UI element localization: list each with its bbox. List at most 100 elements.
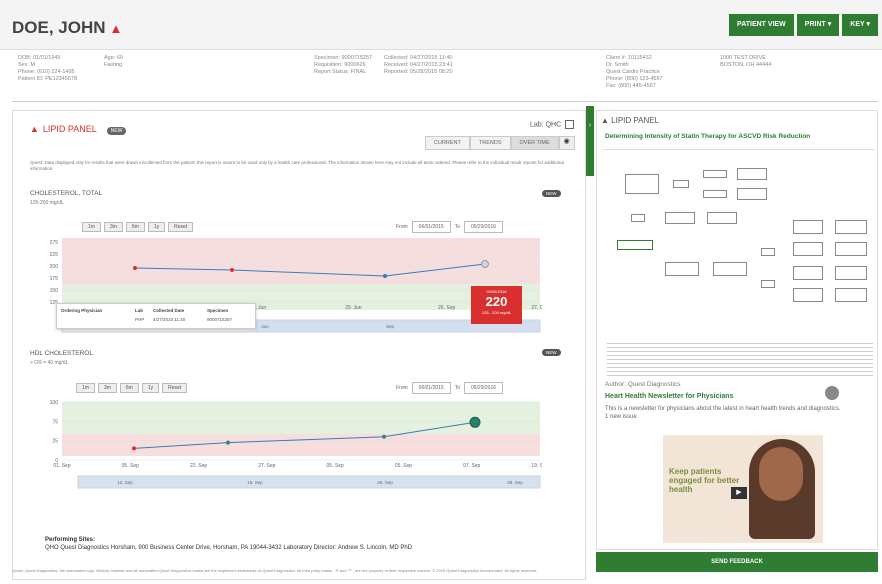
newsletter-title[interactable]: Heart Health Newsletter for Physicians (605, 393, 733, 400)
data-point[interactable] (382, 434, 386, 439)
statin-flowchart[interactable] (603, 149, 875, 409)
y-tick-label: 225 (50, 252, 59, 258)
collapse-panel-tab[interactable]: › (586, 106, 594, 176)
range-reset-button[interactable]: Reset (162, 383, 188, 393)
address-line1: 1000 TEST DRIVE (720, 55, 766, 61)
callout-value: 220 (485, 294, 508, 309)
patient-header: DOE, JOHN ▲ PATIENT VIEW PRINT ▾ KEY ▾ (0, 0, 882, 50)
flow-node-18 (793, 288, 823, 302)
new-badge: NEW (106, 127, 127, 135)
report-status: Report Status: FINAL (314, 69, 367, 75)
range-3m-button[interactable]: 3m (103, 222, 123, 232)
patient-view-button[interactable]: PATIENT VIEW (729, 14, 794, 36)
chart1-date-range: From 06/01/2015 To 05/29/2016 (396, 221, 507, 233)
key-button[interactable]: KEY ▾ (842, 14, 878, 36)
chart2-label: HDL CHOLESTEROL (30, 350, 93, 357)
range-6m-button[interactable]: 6m (119, 383, 139, 393)
flow-node-6 (737, 188, 767, 200)
range-1m-button[interactable]: 1m (76, 383, 95, 393)
range-reset-button[interactable]: Reset (168, 222, 194, 232)
navigator-tick-label: 26. Sep (377, 480, 393, 485)
navigator-tick-label: Jun (261, 324, 269, 329)
data-point[interactable] (469, 416, 481, 428)
y-tick-label: 100 (50, 400, 59, 406)
alert-flag-icon: ▲ (109, 21, 123, 36)
reported: Reported: 05/28/2015 08:20 (384, 69, 453, 75)
flow-node-9 (707, 212, 737, 224)
specimen: Specimen: 9000715257 (314, 55, 373, 61)
to-label: To (454, 385, 460, 391)
data-point[interactable] (226, 440, 230, 445)
demographics-col5: Client #: 10115432 Dr. Smith Quest Cardi… (606, 55, 663, 90)
y-tick-label: 175 (50, 276, 59, 282)
caret-up-icon: ▲ (601, 116, 612, 125)
range-3m-button[interactable]: 3m (97, 383, 117, 393)
data-point[interactable] (230, 268, 234, 272)
print-button[interactable]: PRINT ▾ (796, 14, 840, 36)
chart1-high-band (62, 238, 540, 284)
chart1-new-badge: NEW (542, 190, 561, 197)
navigator-tick-label: 12. Sep (117, 480, 133, 485)
x-tick-label: 19. Sep (531, 463, 542, 469)
callout-range: 125 - 200 mg/dL (481, 310, 512, 315)
newsletter-ad-image[interactable]: Keep patients engaged for better health … (663, 435, 823, 543)
tab-current[interactable]: CURRENT (425, 136, 470, 150)
phone: Phone: (610) 224-1495 (18, 69, 75, 75)
hdl-chart: 10075250 01. Sep 05. Sep 22. Sep 27. Sep 05.… (50, 400, 542, 489)
chart2-navigator-window[interactable] (78, 476, 540, 488)
tooltip-header-lab: Lab (135, 308, 144, 313)
chart2-date-range: From 06/01/2015 To 05/29/2016 (396, 382, 507, 394)
range-1y-button[interactable]: 1y (141, 383, 160, 393)
flow-node-8 (665, 212, 695, 224)
right-panel-title[interactable]: ▲ LIPID PANEL (601, 116, 659, 125)
data-point[interactable] (481, 260, 489, 268)
lab-label: Lab: QHC (530, 120, 575, 129)
right-panel-title-text: LIPID PANEL (611, 116, 660, 125)
y-tick-label: 25 (52, 439, 58, 445)
performing-sites: Performing Sites: QHO Quest Diagnostics … (45, 536, 412, 552)
data-point[interactable] (133, 266, 137, 270)
chart1-label: CHOLESTEROL, TOTAL (30, 190, 103, 197)
alert-triangle-icon: ▲ (30, 124, 39, 134)
x-tick-label: 26. Sep (438, 305, 455, 311)
flow-node-5 (737, 168, 767, 180)
flow-node-19 (835, 220, 867, 234)
play-icon[interactable]: ▶ (731, 487, 747, 499)
tooltip-value-lab: PHP (135, 317, 145, 322)
tooltip-header-date: Collected Date (153, 308, 185, 313)
flow-node-20 (835, 242, 867, 256)
range-1m-button[interactable]: 1m (82, 222, 101, 232)
article-title[interactable]: Determining Intensity of Statin Therapy … (605, 133, 875, 140)
ad-face-illustration (759, 447, 803, 501)
chart2-y-ticks: 10075250 (50, 400, 59, 464)
x-tick-label: 22. Sep (190, 463, 207, 469)
eye-icon[interactable]: ◉ (558, 136, 575, 150)
sex: Sex: M (18, 62, 36, 68)
results-panel (12, 110, 586, 580)
from-date-input[interactable]: 06/01/2015 (411, 221, 451, 233)
lab-info-icon[interactable] (565, 120, 575, 129)
range-6m-button[interactable]: 6m (125, 222, 145, 232)
to-date-input[interactable]: 05/29/2016 (463, 382, 504, 394)
chart2-x-ticks: 01. Sep 05. Sep 22. Sep 27. Sep 05. Sep 05. S… (53, 463, 542, 469)
send-feedback-button[interactable]: SEND FEEDBACK (596, 552, 878, 572)
tab-over-time[interactable]: OVER TIME (510, 136, 559, 150)
tab-trends[interactable]: TRENDS (469, 136, 511, 150)
x-tick-label: 27. Sep (258, 463, 275, 469)
navigator-tick-label: 28. Sep (507, 480, 523, 485)
lipid-panel-title[interactable]: ▲ LIPID PANEL NEW (30, 124, 127, 135)
from-date-input[interactable]: 06/01/2015 (411, 382, 451, 394)
data-point[interactable] (383, 274, 387, 278)
dob: DOB: 01/01/1945 (18, 55, 61, 61)
range-1y-button[interactable]: 1y (147, 222, 166, 232)
demographics-col4: Collected: 04/27/2015 11:40 Received: 04… (384, 55, 453, 76)
data-point[interactable] (132, 446, 136, 451)
from-label: From (396, 224, 408, 230)
y-tick-label: 150 (50, 288, 59, 294)
newsletter-description: This is a newsletter for physicians abou… (605, 405, 877, 421)
age: Age: 69 (104, 55, 123, 61)
to-label: To (454, 224, 460, 230)
to-date-input[interactable]: 05/29/2016 (463, 221, 504, 233)
x-tick-label: 29. Jun (345, 305, 362, 311)
x-tick-label: 27. Dec (531, 305, 542, 311)
